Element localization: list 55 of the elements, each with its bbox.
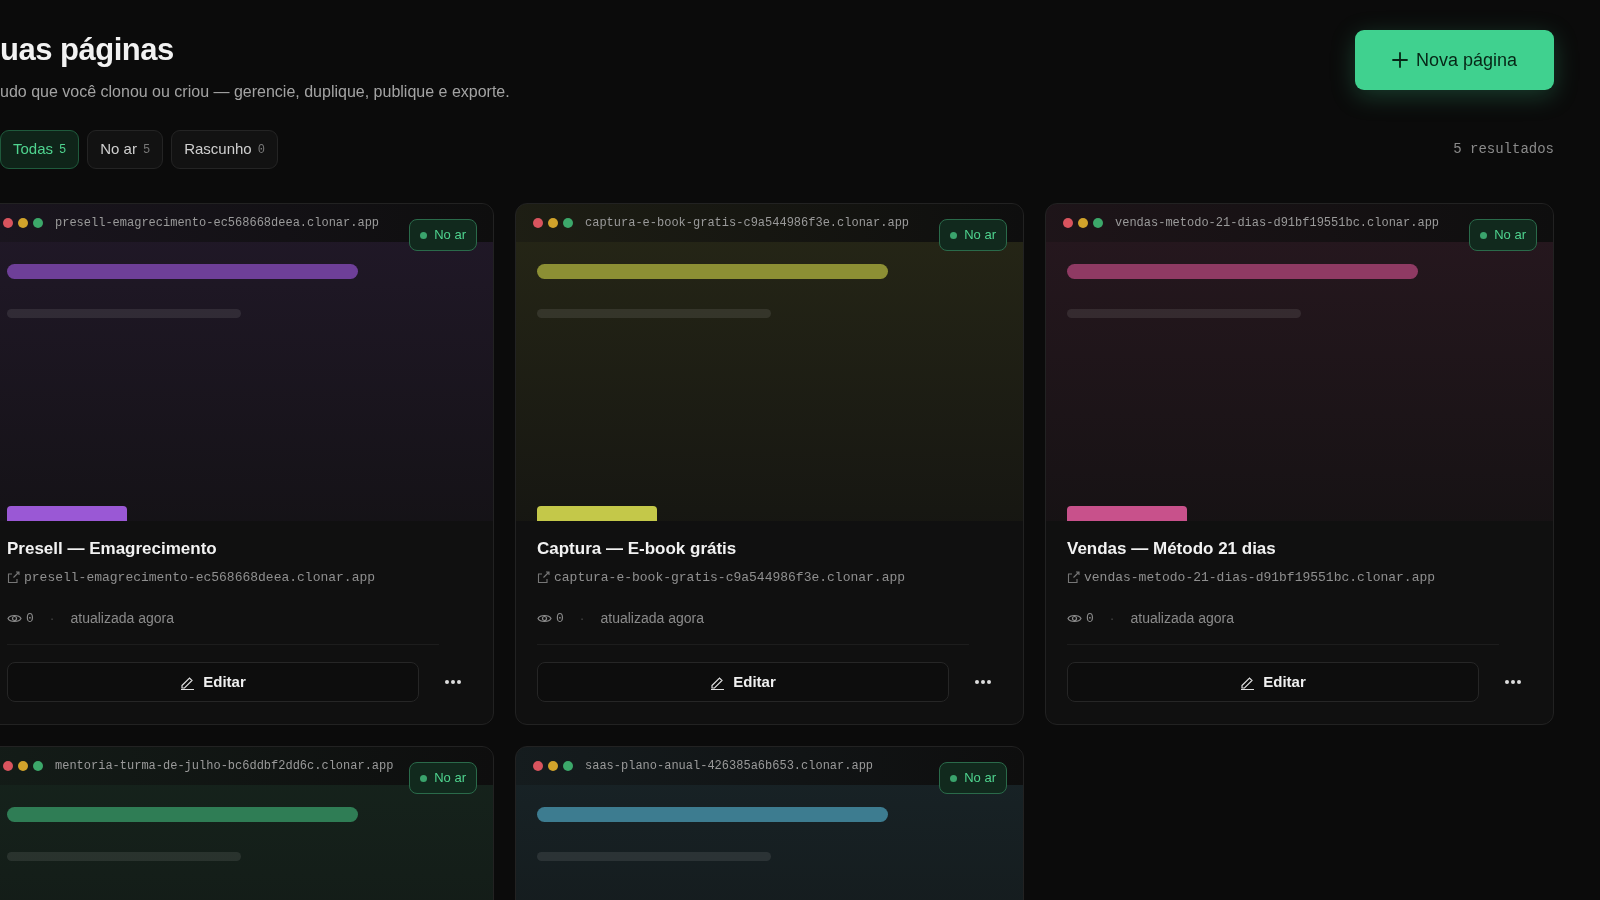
window-controls-icon (1063, 218, 1103, 229)
status-dot-icon (420, 774, 428, 782)
status-dot-icon (420, 231, 428, 239)
window-controls-icon (533, 761, 573, 772)
pencil-icon (1240, 674, 1256, 690)
more-icon[interactable] (975, 680, 991, 685)
pencil-icon (180, 674, 196, 690)
external-link-icon (1067, 570, 1080, 584)
edit-button[interactable]: Editar (537, 662, 949, 703)
external-link-icon (7, 570, 20, 584)
page-link[interactable]: presell-emagrecimento-ec568668deea.clonar.app (24, 567, 376, 588)
filter-tab[interactable]: No ar 5 (87, 130, 164, 170)
page-domain: presell-emagrecimento-ec568668deea.clonar.app (55, 215, 380, 233)
edit-button[interactable]: Editar (7, 662, 419, 703)
updated-label: atualizada agora (1130, 609, 1234, 629)
page-subtitle: udo que você clonou ou criou — gerencie, duplique, publique e exporte. (0, 82, 510, 103)
page-domain: saas-plano-anual-426385a6b653.clonar.app (585, 758, 874, 776)
status-dot-icon (950, 231, 958, 239)
more-icon[interactable] (445, 680, 461, 685)
status-badge: No ar (939, 762, 1007, 795)
updated-label: atualizada agora (600, 609, 704, 629)
page-title: Presell — Emagrecimento (7, 539, 218, 560)
page-domain: captura-e-book-gratis-c9a544986f3e.clonar.app (585, 215, 910, 233)
pencil-icon (710, 674, 726, 690)
more-icon[interactable] (1505, 680, 1521, 685)
external-link-icon (537, 570, 550, 584)
status-badge: No ar (1469, 219, 1537, 252)
plus-icon (1391, 52, 1408, 68)
window-controls-icon (3, 761, 43, 772)
page-title: uas páginas (0, 31, 175, 69)
page-domain: vendas-metodo-21-dias-d91bf19551bc.clonar.app (1115, 215, 1440, 233)
view-count: 0 (556, 609, 564, 628)
page-link[interactable]: captura-e-book-gratis-c9a544986f3e.clonar.app (554, 567, 906, 588)
status-dot-icon (1480, 231, 1488, 239)
updated-label: atualizada agora (70, 609, 174, 629)
view-count: 0 (26, 609, 34, 628)
status-badge: No ar (409, 219, 477, 252)
window-controls-icon (3, 218, 43, 229)
filter-tab[interactable]: Rascunho 0 (171, 130, 278, 170)
status-badge: No ar (939, 219, 1007, 252)
window-controls-icon (533, 218, 573, 229)
new-page-button[interactable]: Nova página (1355, 30, 1554, 90)
page-title: Captura — E-book grátis (537, 539, 738, 560)
separator-dot: · (1109, 609, 1115, 629)
status-badge: No ar (409, 762, 477, 795)
view-count: 0 (1086, 609, 1094, 628)
page-title: Vendas — Método 21 dias (1067, 539, 1277, 560)
separator-dot: · (49, 609, 55, 629)
results-count: 5 resultados (1453, 140, 1554, 160)
status-dot-icon (950, 774, 958, 782)
page-domain: mentoria-turma-de-julho-bc6ddbf2dd6c.clonar.app (55, 758, 394, 776)
separator-dot: · (579, 609, 585, 629)
edit-button[interactable]: Editar (1067, 662, 1479, 703)
filter-tab[interactable]: Todas 5 (0, 130, 80, 170)
page-link[interactable]: vendas-metodo-21-dias-d91bf19551bc.clonar.app (1084, 567, 1436, 588)
